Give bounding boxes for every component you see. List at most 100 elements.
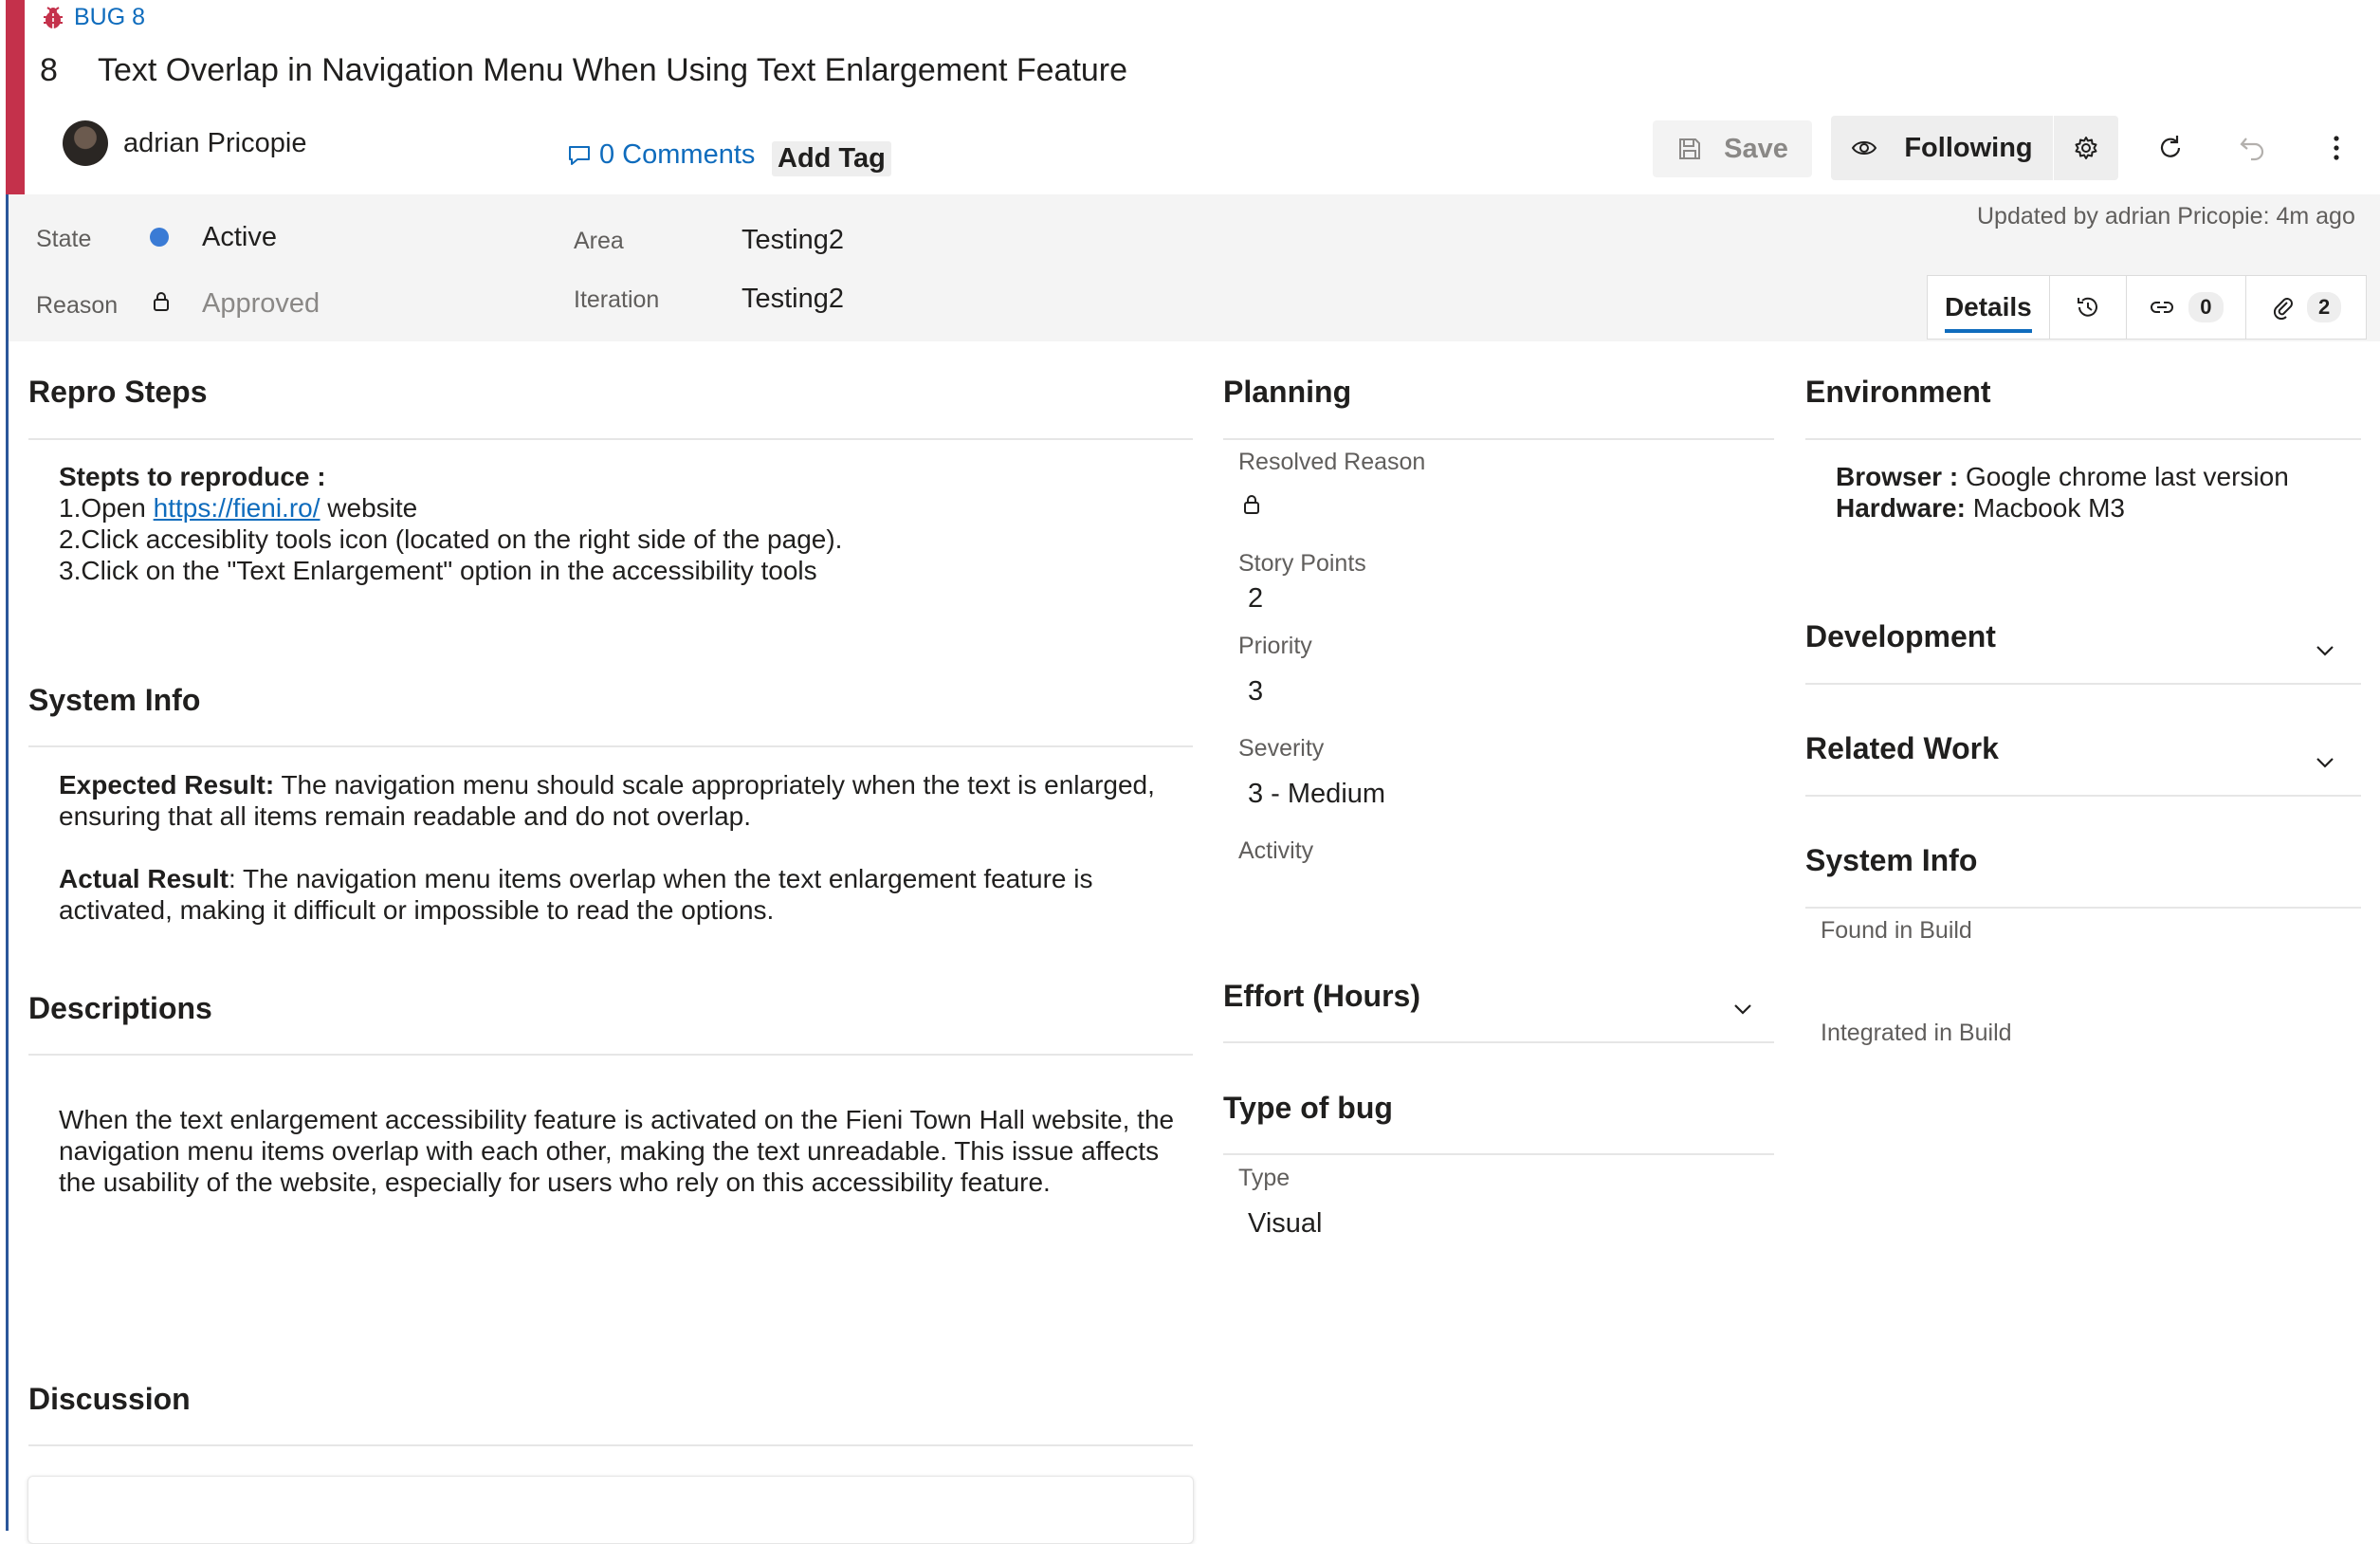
found-in-build-field[interactable] <box>1821 951 2352 994</box>
effort-expand-button[interactable] <box>1730 996 1756 1027</box>
save-label: Save <box>1724 133 1788 164</box>
divider <box>28 438 1193 440</box>
reason-field: Approved <box>202 288 320 319</box>
refresh-icon <box>2160 136 2181 157</box>
effort-heading[interactable]: Effort (Hours) <box>1223 979 1420 1014</box>
iteration-field[interactable]: Testing2 <box>741 284 844 315</box>
divider <box>28 745 1193 747</box>
links-count-badge: 0 <box>2188 292 2224 322</box>
work-item-type-color-bar <box>6 0 25 194</box>
history-icon <box>2077 297 2097 317</box>
chevron-down-icon <box>2316 758 2334 768</box>
divider <box>1805 907 2361 909</box>
repro-steps-heading[interactable]: Repro Steps <box>28 375 207 410</box>
refresh-button[interactable] <box>2142 116 2199 180</box>
state-label: State <box>36 226 92 252</box>
planning-heading[interactable]: Planning <box>1223 375 1351 410</box>
development-heading[interactable]: Development <box>1805 619 1996 654</box>
work-item-id: 8 <box>40 52 58 88</box>
link-icon <box>2151 302 2174 313</box>
state-color-dot <box>150 228 169 247</box>
related-work-heading[interactable]: Related Work <box>1805 731 1999 766</box>
comments-label: 0 Comments <box>599 139 756 170</box>
divider <box>28 1444 1193 1446</box>
story-points-label: Story Points <box>1238 550 1366 577</box>
tab-attachments[interactable]: 2 <box>2246 276 2366 339</box>
environment-field[interactable]: Browser : Google chrome last version Har… <box>1836 461 2357 524</box>
work-item-type-label: BUG 8 <box>74 4 146 30</box>
left-border <box>6 194 9 1531</box>
activity-label: Activity <box>1238 837 1314 864</box>
tab-history[interactable] <box>2050 276 2127 339</box>
development-expand-button[interactable] <box>2312 637 2338 669</box>
comments-link[interactable]: 0 Comments <box>567 139 755 171</box>
assigned-to[interactable]: adrian Pricopie <box>123 128 306 159</box>
step1-prefix: 1.Open <box>59 493 146 523</box>
updated-by-text[interactable]: Updated by adrian Pricopie: 4m ago <box>1977 203 2355 230</box>
system-info-heading[interactable]: System Info <box>28 683 200 718</box>
priority-label: Priority <box>1238 633 1312 659</box>
integrated-in-build-label: Integrated in Build <box>1821 1020 2012 1046</box>
undo-button[interactable] <box>2224 116 2281 180</box>
priority-field[interactable]: 3 <box>1248 676 1263 708</box>
divider <box>1223 1041 1774 1043</box>
discussion-comment-box[interactable] <box>27 1476 1194 1544</box>
discussion-heading[interactable]: Discussion <box>28 1382 191 1417</box>
reason-label: Reason <box>36 292 119 319</box>
area-field[interactable]: Testing2 <box>741 225 844 256</box>
description-field[interactable]: When the text enlargement accessibility … <box>59 1104 1178 1198</box>
eye-icon <box>1852 141 1877 155</box>
gear-icon <box>2075 137 2097 159</box>
following-button[interactable]: Following <box>1831 116 2053 180</box>
expected-label: Expected Result: <box>59 770 275 800</box>
type-label: Type <box>1238 1165 1291 1191</box>
work-item-type: BUG 8 <box>42 4 145 31</box>
system-info-field[interactable]: Expected Result: The navigation menu sho… <box>59 769 1178 926</box>
chevron-down-icon <box>1734 1004 1751 1015</box>
area-label: Area <box>574 228 624 254</box>
more-actions-button[interactable] <box>2308 116 2365 180</box>
tab-details[interactable]: Details <box>1928 276 2050 339</box>
avatar[interactable] <box>63 120 108 166</box>
lock-icon <box>1242 493 1261 521</box>
browser-value: Google chrome last version <box>1965 462 2289 491</box>
descriptions-heading[interactable]: Descriptions <box>28 991 212 1026</box>
browser-label: Browser : <box>1836 462 1959 491</box>
save-icon <box>1679 138 1701 159</box>
repro-steps-field[interactable]: Stepts to reproduce : 1.Open https://fie… <box>59 461 1178 586</box>
more-vertical-icon <box>2334 136 2339 160</box>
fieni-link[interactable]: https://fieni.ro/ <box>154 493 320 523</box>
work-item-title[interactable]: Text Overlap in Navigation Menu When Usi… <box>98 52 1127 89</box>
repro-intro: Stepts to reproduce : <box>59 462 326 491</box>
divider <box>28 1054 1193 1056</box>
related-work-expand-button[interactable] <box>2312 749 2338 781</box>
type-field[interactable]: Visual <box>1248 1208 1322 1240</box>
integrated-in-build-field[interactable] <box>1821 1054 2352 1096</box>
found-in-build-label: Found in Build <box>1821 917 1972 944</box>
attachments-count-badge: 2 <box>2307 292 2342 322</box>
active-tab-indicator <box>1945 329 2032 333</box>
tab-details-label: Details <box>1944 292 2032 322</box>
actual-label: Actual Result <box>59 864 229 893</box>
tab-links[interactable]: 0 <box>2127 276 2247 339</box>
severity-field[interactable]: 3 - Medium <box>1248 779 1385 810</box>
system-info-right-heading[interactable]: System Info <box>1805 843 1977 878</box>
divider <box>1223 1153 1774 1155</box>
step2: 2.Click accesiblity tools icon (located … <box>59 524 843 554</box>
environment-heading[interactable]: Environment <box>1805 375 1991 410</box>
save-button[interactable]: Save <box>1653 120 1812 177</box>
paperclip-icon <box>2273 298 2293 321</box>
activity-field[interactable] <box>1238 868 1769 910</box>
work-item-tabs: Details 0 2 <box>1927 275 2367 340</box>
iteration-label: Iteration <box>574 286 660 313</box>
divider <box>1805 795 2361 797</box>
following-label: Following <box>1904 132 2033 163</box>
add-tag-button[interactable]: Add Tag <box>772 141 891 176</box>
comment-icon <box>569 145 590 165</box>
story-points-field[interactable]: 2 <box>1248 583 1263 615</box>
lock-icon <box>152 290 171 318</box>
bug-icon <box>44 6 63 28</box>
state-field[interactable]: Active <box>202 222 277 253</box>
type-of-bug-heading[interactable]: Type of bug <box>1223 1091 1393 1126</box>
settings-button[interactable] <box>2054 116 2118 180</box>
